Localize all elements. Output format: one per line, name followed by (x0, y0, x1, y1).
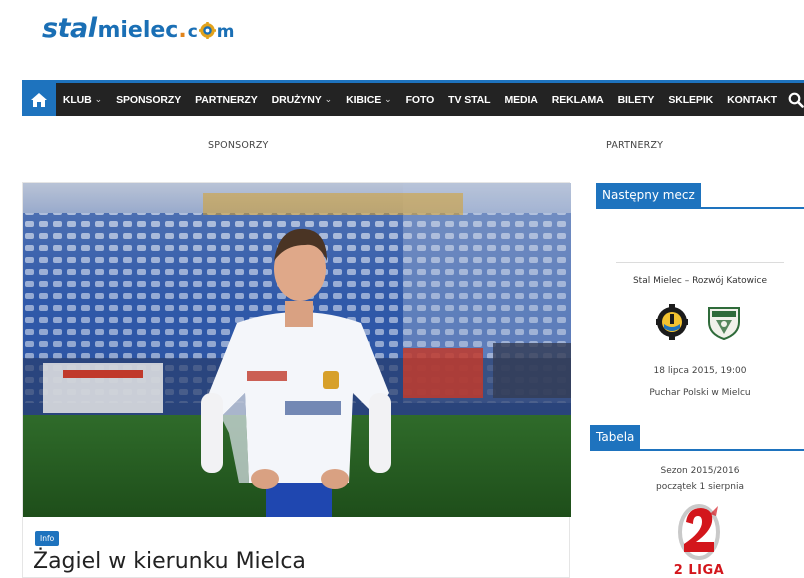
nav-search-button[interactable] (788, 83, 804, 116)
nav-home-button[interactable] (22, 83, 56, 116)
nav-item-label: KONTAKT (727, 93, 777, 106)
match-teams: Stal Mielec – Rozwój Katowice (632, 276, 768, 286)
nav-item-label: BILETY (617, 93, 655, 106)
nav-item-kontakt[interactable]: KONTAKT (720, 83, 784, 116)
nav-item-sponsorzy[interactable]: SPONSORZY (109, 83, 188, 116)
chevron-down-icon: ⌄ (94, 94, 103, 104)
site-logo[interactable]: stal mielec . c m (42, 13, 235, 47)
nav-item-label: KLUB (62, 93, 92, 106)
nav-item-label: SKLEPIK (668, 93, 714, 106)
nav-item-media[interactable]: MEDIA (497, 83, 544, 116)
home-icon (30, 92, 47, 107)
nav-item-label: TV STAL (448, 93, 491, 106)
widget-next-match-title: Następny mecz (596, 183, 701, 208)
article-title[interactable]: Żagiel w kierunku Mielca (33, 549, 306, 574)
nav-item-foto[interactable]: FOTO (399, 83, 442, 116)
nav-item-label: PARTNERZY (195, 93, 258, 106)
season-start-label: początek 1 sierpnia (656, 482, 744, 492)
rozwoj-katowice-crest-icon (706, 304, 742, 341)
nav-item-reklama[interactable]: REKLAMA (545, 83, 611, 116)
nav-item-label: KIBICE (346, 93, 382, 106)
search-icon (788, 92, 804, 108)
nav-item-bilety[interactable]: BILETY (611, 83, 662, 116)
logo-text-c: c (187, 22, 198, 42)
nav-item-kibice[interactable]: KIBICE ⌄ (339, 83, 398, 116)
featured-article[interactable]: Info Żagiel w kierunku Mielca (22, 182, 571, 578)
nav-item-label: MEDIA (504, 93, 538, 106)
nav-item-partnerzy[interactable]: PARTNERZY (188, 83, 265, 116)
chevron-down-icon: ⌄ (384, 94, 392, 104)
chevron-down-icon: ⌄ (324, 94, 333, 104)
nav-item-tv-stal[interactable]: TV STAL (441, 83, 497, 116)
nav-item-label: REKLAMA (551, 93, 604, 106)
logo-text-m: m (216, 22, 235, 42)
nav-item-label: FOTO (405, 93, 435, 106)
logo-text-stal: stal (42, 13, 97, 44)
nav-item-sklepik[interactable]: SKLEPIK (661, 83, 720, 116)
secondary-link-partnerzy[interactable]: PARTNERZY (606, 140, 663, 151)
main-nav: KLUB ⌄ SPONSORZY PARTNERZY DRUŻYNY ⌄ KIBICE ⌄ FO… (22, 80, 804, 116)
season-label: Sezon 2015/2016 (660, 466, 740, 476)
logo-dot: . (178, 18, 187, 43)
gear-icon (198, 22, 216, 39)
nav-item-label: SPONSORZY (116, 93, 182, 106)
divider (616, 262, 784, 263)
match-date: 18 lipca 2015, 19:00 (653, 366, 747, 376)
stal-mielec-crest-icon (656, 304, 688, 340)
nav-item-label: DRUŻYNY (271, 93, 322, 106)
article-category-badge[interactable]: Info (35, 531, 60, 546)
widget-table-title: Tabela (590, 425, 641, 450)
match-venue: Puchar Polski w Mielcu (649, 388, 751, 398)
logo-text-mielec: mielec (97, 18, 179, 43)
widget-table-header: Tabela (590, 425, 804, 451)
nav-items: KLUB ⌄ SPONSORZY PARTNERZY DRUŻYNY ⌄ KIBICE ⌄ FO… (56, 83, 784, 116)
article-image[interactable] (23, 183, 571, 517)
widget-next-match-header: Następny mecz (596, 183, 804, 209)
nav-item-klub[interactable]: KLUB ⌄ (56, 83, 109, 116)
nav-item-drużyny[interactable]: DRUŻYNY ⌄ (265, 83, 340, 116)
league-label: 2 LIGA (673, 563, 725, 578)
secondary-link-sponsorzy[interactable]: SPONSORZY (208, 140, 269, 151)
